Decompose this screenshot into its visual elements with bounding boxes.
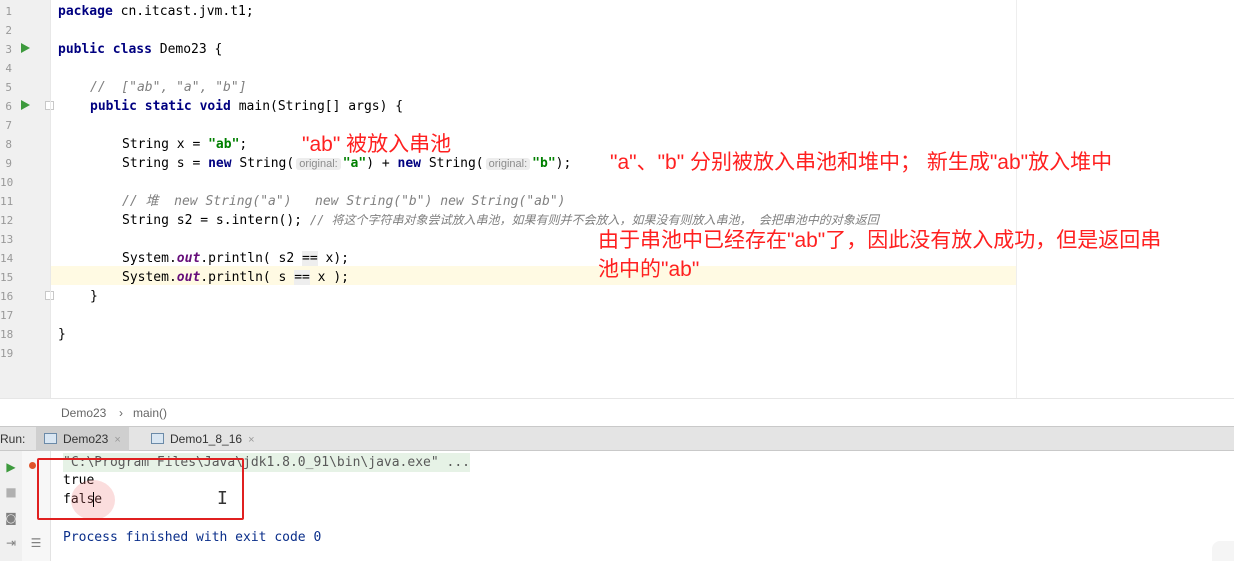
line-number: 11: [0, 195, 14, 208]
run-config-icon: [151, 433, 164, 444]
keyword: new: [208, 156, 232, 171]
string-literal: "ab": [208, 137, 240, 152]
line-number: 13: [0, 233, 14, 246]
output-highlight-box: [37, 458, 244, 520]
code-line-1: package cn.itcast.jvm.t1;: [58, 2, 254, 21]
line-number: 6: [5, 100, 12, 113]
static-field: out: [176, 270, 201, 285]
tab-demo23[interactable]: Demo23 ×: [36, 427, 129, 451]
line-number: 12: [0, 214, 14, 227]
scroll-corner: [1212, 541, 1234, 561]
line-number: 3: [5, 43, 12, 56]
string-literal: "b": [532, 156, 556, 171]
rerun-icon[interactable]: ▶: [3, 459, 19, 475]
static-field: out: [176, 251, 201, 266]
line-number: 18: [0, 328, 14, 341]
parameter-hint: original:: [485, 158, 531, 170]
close-icon[interactable]: ×: [248, 434, 254, 446]
code-text: x);: [317, 251, 350, 266]
code-text: String s2 = s.intern();: [122, 213, 310, 228]
code-text: String s =: [122, 156, 209, 171]
breakpoint-dot-icon: [29, 462, 36, 469]
console-toolbar: ▶ ■ ◙ ⇥: [0, 451, 23, 561]
code-editor[interactable]: 1 2 3 4 5 6 7 8 9 10 11 12 13 14 15 16 1…: [0, 0, 1234, 398]
code-comment: // 将这个字符串对象尝试放入串池，如果有则并不会放入，如果没有则放入串池， 会…: [309, 213, 879, 227]
exit-icon[interactable]: ⇥: [3, 535, 19, 551]
line-number: 17: [0, 309, 14, 322]
code-text: String(: [231, 156, 295, 171]
code-line-15: System.out.println( s == x );: [122, 268, 349, 287]
code-line-8: String x = "ab";: [122, 135, 247, 154]
code-text: x );: [309, 270, 349, 285]
text-cursor-icon: I: [217, 488, 228, 509]
gutter-divider: [50, 0, 51, 398]
annotation-a-b-heap: "a"、"b" 分别被放入串池和堆中； 新生成"ab"放入堆中: [610, 151, 1113, 174]
annotation-intern-line2: 池中的"ab": [598, 258, 700, 281]
stop-icon[interactable]: ■: [3, 484, 19, 500]
tab-label: Demo23: [63, 432, 109, 446]
tab-demo1-8-16[interactable]: Demo1_8_16 ×: [143, 427, 263, 451]
line-number: 10: [0, 176, 14, 189]
keyword: package: [58, 4, 113, 19]
code-line-18: }: [58, 327, 66, 342]
line-number: 1: [5, 5, 12, 18]
right-margin-guide: [1016, 0, 1017, 398]
code-text: ;: [239, 137, 248, 152]
run-main-icon[interactable]: [21, 100, 30, 110]
line-number: 4: [5, 62, 12, 75]
tab-label: Demo1_8_16: [170, 432, 243, 446]
annotation-ab-pool: "ab" 被放入串池: [302, 133, 452, 156]
close-icon[interactable]: ×: [114, 434, 120, 446]
operator: ==: [294, 270, 310, 285]
operator: ==: [302, 251, 318, 266]
code-text: Demo23 {: [151, 42, 223, 57]
code-line-3: public class Demo23 {: [58, 40, 222, 59]
line-number: 14: [0, 252, 14, 265]
camera-icon[interactable]: ◙: [3, 510, 19, 526]
keyword: public static void: [90, 99, 231, 114]
line-number: 8: [5, 138, 12, 151]
code-line-6: public static void main(String[] args) {: [90, 97, 403, 116]
code-text: System.: [122, 270, 177, 285]
annotation-intern-line1: 由于串池中已经存在"ab"了，因此没有放入成功，但是返回串: [598, 229, 1162, 252]
line-number: 19: [0, 347, 14, 360]
keyword: public class: [58, 42, 152, 57]
console-exit-message: Process finished with exit code 0: [63, 530, 322, 545]
breadcrumb-method[interactable]: main(): [133, 406, 167, 420]
code-text: main(String[] args) {: [230, 99, 404, 114]
run-label: Run:: [0, 432, 26, 446]
run-config-icon: [44, 433, 57, 444]
breadcrumb-separator: ›: [119, 406, 123, 420]
run-class-icon[interactable]: [21, 43, 30, 53]
code-line-11: // 堆 new String("a") new String("b") new…: [122, 194, 566, 209]
breadcrumb-class[interactable]: Demo23: [61, 406, 106, 420]
code-text: String x =: [122, 137, 209, 152]
code-text: System.: [122, 251, 177, 266]
editor-gutter: 1 2 3 4 5 6 7 8 9 10 11 12 13 14 15 16 1…: [0, 0, 54, 398]
code-text: .println( s2: [200, 251, 303, 266]
parameter-hint: original:: [296, 158, 341, 170]
line-number: 7: [5, 119, 12, 132]
breadcrumb: Demo23 › main(): [0, 398, 1234, 427]
code-line-5: // ["ab", "a", "b"]: [90, 80, 247, 95]
code-text: .println( s: [200, 270, 295, 285]
code-text: cn.itcast.jvm.t1;: [112, 4, 254, 19]
code-line-16: }: [90, 289, 98, 304]
line-number: 16: [0, 290, 14, 303]
soft-wrap-icon[interactable]: ☰: [28, 535, 44, 551]
code-line-14: System.out.println( s2 == x);: [122, 249, 349, 268]
code-text: );: [555, 156, 572, 171]
line-number: 5: [5, 81, 12, 94]
line-number: 2: [5, 24, 12, 37]
line-number: 9: [5, 157, 12, 170]
line-number: 15: [0, 271, 14, 284]
run-tool-window-header: Run: Demo23 × Demo1_8_16 ×: [0, 426, 1234, 451]
